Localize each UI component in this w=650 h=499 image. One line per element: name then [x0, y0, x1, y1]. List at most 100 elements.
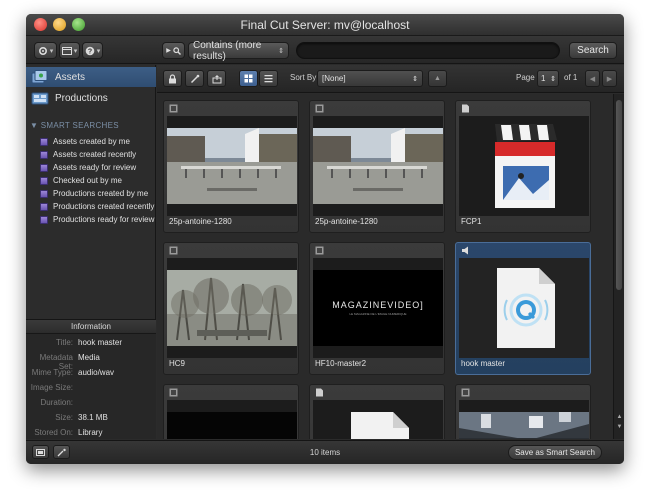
- trees-thumbnail: [167, 270, 297, 346]
- generic-document-icon: [313, 406, 443, 439]
- thumbnail-view-button[interactable]: [239, 70, 258, 87]
- asset-name: hook master: [461, 359, 506, 368]
- arrow-left-icon: ◀: [589, 75, 596, 83]
- smart-search-item[interactable]: Assets created recently: [40, 148, 156, 161]
- film-icon: [315, 246, 324, 255]
- triangle-up-icon: ▲: [434, 75, 441, 82]
- asset-tile[interactable]: [163, 384, 299, 439]
- document-icon: [462, 104, 469, 113]
- sidebar: Assets Productions ▼ SMART SEARCHES Asse…: [26, 65, 156, 439]
- smart-search-icon: [40, 150, 48, 159]
- scroll-up-arrow[interactable]: ▲: [615, 414, 624, 422]
- asset-thumbnail: [459, 400, 589, 439]
- asset-tile[interactable]: 25p-antoine-1280: [309, 100, 445, 233]
- view-menu-button[interactable]: ▾: [59, 42, 80, 59]
- help-icon: ?: [85, 46, 95, 55]
- asset-tile-selected[interactable]: hook master: [455, 242, 591, 375]
- edit-button[interactable]: [185, 70, 204, 87]
- asset-grid: 25p-antoine-1280 25p-antoine-1280 FCP1 H…: [157, 94, 613, 439]
- sort-by-select[interactable]: [None] ⇕: [317, 70, 423, 87]
- search-options-button[interactable]: ▶: [162, 42, 185, 59]
- play-small-icon: ▶: [166, 48, 171, 54]
- street-thumbnail: [167, 128, 297, 204]
- asset-tile[interactable]: HC9: [163, 242, 299, 375]
- search-input[interactable]: [296, 42, 560, 59]
- save-as-smart-search-button[interactable]: Save as Smart Search: [508, 445, 602, 460]
- smart-search-icon: [40, 215, 48, 224]
- final-cut-project-icon: [459, 122, 589, 210]
- document-icon: [316, 388, 323, 397]
- scrollbar-thumb[interactable]: [616, 100, 622, 290]
- smart-search-icon: [40, 163, 48, 172]
- info-row-mime-type: Mime Type: audio/wav: [31, 368, 115, 377]
- search-button[interactable]: Search: [569, 42, 617, 59]
- smart-search-item[interactable]: Checked out by me: [40, 174, 156, 187]
- quicktime-audio-icon: [459, 262, 589, 354]
- page-label: Page: [516, 73, 535, 82]
- help-menu-button[interactable]: ? ▾: [82, 42, 103, 59]
- asset-thumbnail: [459, 116, 589, 216]
- sort-by-label: Sort By: [290, 73, 317, 82]
- film-icon: [169, 246, 178, 255]
- smart-search-item[interactable]: Assets ready for review: [40, 161, 156, 174]
- black-thumbnail: [167, 412, 297, 439]
- scroll-down-arrow[interactable]: ▼: [615, 424, 624, 432]
- sidebar-item-assets[interactable]: Assets: [26, 67, 156, 87]
- asset-name: 25p-antoine-1280: [169, 217, 232, 226]
- svg-text:?: ?: [88, 48, 92, 55]
- asset-tile[interactable]: [309, 384, 445, 439]
- sidebar-item-productions[interactable]: Productions: [26, 88, 156, 108]
- wand-icon: [190, 74, 199, 83]
- asset-thumbnail: [167, 258, 297, 358]
- next-page-button[interactable]: ▶: [602, 70, 617, 87]
- smart-search-item[interactable]: Productions created by me: [40, 187, 156, 200]
- smart-search-item[interactable]: Productions ready for review: [40, 213, 156, 226]
- asset-tile[interactable]: FCP1: [455, 100, 591, 233]
- arrow-right-icon: ▶: [606, 75, 613, 83]
- asset-tile[interactable]: MAGAZINEVIDEO] LE MAGAZINE DE L'IMAGE NU…: [309, 242, 445, 375]
- smart-search-item[interactable]: Assets created by me: [40, 135, 156, 148]
- info-row-image-size: Image Size:: [30, 383, 73, 392]
- search-scope-select[interactable]: Contains (more results) ⇕: [188, 40, 289, 62]
- asset-thumbnail: MAGAZINEVIDEO] LE MAGAZINE DE L'IMAGE NU…: [313, 258, 443, 358]
- app-window: Final Cut Server: mv@localhost ▾ ▾ ? ▾ ▶…: [26, 14, 624, 464]
- asset-tile[interactable]: [455, 384, 591, 439]
- status-bar: 10 items Save as Smart Search: [26, 440, 624, 464]
- smart-search-item[interactable]: Productions created recently: [40, 200, 156, 213]
- window-title: Final Cut Server: mv@localhost: [240, 18, 410, 32]
- film-icon: [315, 104, 324, 113]
- smart-search-icon: [40, 137, 48, 146]
- search-icon: [173, 46, 181, 55]
- info-row-size: Size: 38.1 MB: [55, 413, 108, 422]
- info-row-duration: Duration:: [40, 398, 73, 407]
- film-icon: [169, 388, 178, 397]
- smart-search-icon: [40, 176, 48, 185]
- smart-search-icon: [40, 189, 48, 198]
- previous-page-button[interactable]: ◀: [585, 70, 600, 87]
- info-row-metadata-set: Metadata Set: Media: [39, 353, 100, 371]
- asset-name: HF10-master2: [315, 359, 367, 368]
- actions-menu-button[interactable]: ▾: [34, 42, 57, 59]
- asset-thumbnail: [459, 258, 589, 358]
- productions-icon: [31, 91, 49, 105]
- list-icon: [264, 75, 273, 83]
- magazine-thumbnail: MAGAZINEVIDEO] LE MAGAZINE DE L'IMAGE NU…: [313, 270, 443, 346]
- asset-name: HC9: [169, 359, 186, 368]
- film-icon: [461, 388, 470, 397]
- asset-tile[interactable]: 25p-antoine-1280: [163, 100, 299, 233]
- sort-direction-button[interactable]: ▲: [428, 70, 447, 87]
- page-select[interactable]: 1 ⇕: [537, 70, 559, 87]
- list-view-button[interactable]: [259, 70, 278, 87]
- checkout-button[interactable]: [163, 70, 182, 87]
- main-toolbar: ▾ ▾ ? ▾ ▶ Contains (more results) ⇕ Sear…: [26, 36, 624, 64]
- smart-search-icon: [40, 202, 48, 211]
- grid-scrollbar[interactable]: ▲ ▼: [613, 94, 624, 439]
- content-toolbar: Sort By [None] ⇕ ▲ Page 1 ⇕ of 1 ◀ ▶: [157, 65, 624, 93]
- asset-name: FCP1: [461, 217, 482, 226]
- smart-searches-header[interactable]: ▼ SMART SEARCHES: [30, 121, 119, 130]
- upload-button[interactable]: [207, 70, 226, 87]
- asset-name: 25p-antoine-1280: [315, 217, 378, 226]
- asset-thumbnail: [313, 400, 443, 439]
- title-bar: Final Cut Server: mv@localhost: [26, 14, 624, 36]
- street-thumbnail: [313, 128, 443, 204]
